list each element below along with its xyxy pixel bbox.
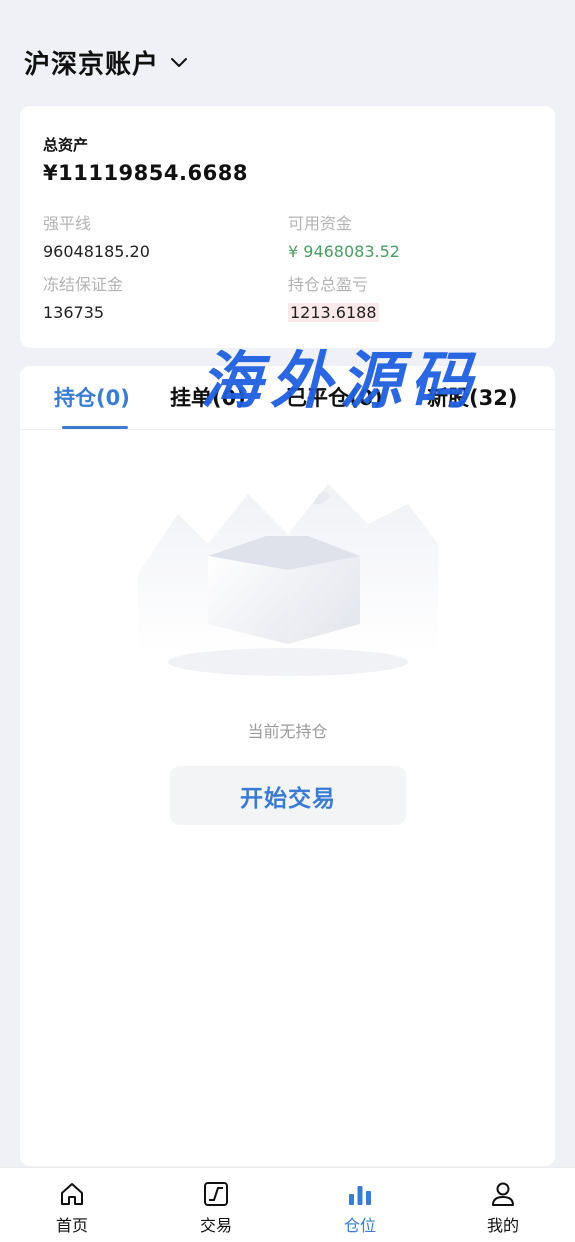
total-assets-value: ¥11119854.6688 <box>43 161 248 185</box>
frozen-margin: 冻结保证金 136735 <box>43 271 123 322</box>
available-funds-label: 可用资金 <box>288 214 353 233</box>
active-tab-indicator <box>62 426 128 429</box>
start-trading-button[interactable]: 开始交易 <box>170 766 406 825</box>
nav-positions[interactable]: 仓位 <box>320 1180 400 1236</box>
total-position-pnl: 持仓总盈亏 1213.6188 <box>288 271 379 322</box>
bottom-nav: 首页 交易 仓位 我的 <box>0 1167 575 1242</box>
bar-chart-icon <box>349 1186 371 1205</box>
frozen-margin-label: 冻结保证金 <box>43 275 124 294</box>
nav-home[interactable]: 首页 <box>32 1180 112 1236</box>
empty-state-text: 当前无持仓 <box>247 722 328 741</box>
chevron-down-icon <box>169 53 189 73</box>
liquidation-line-label: 强平线 <box>43 214 92 233</box>
total-position-pnl-label: 持仓总盈亏 <box>288 275 369 294</box>
user-icon <box>492 1182 514 1206</box>
nav-home-label: 首页 <box>55 1216 88 1235</box>
nav-mine-label: 我的 <box>486 1216 519 1235</box>
total-assets-label: 总资产 <box>43 136 89 154</box>
home-icon <box>61 1183 83 1205</box>
nav-trade[interactable]: 交易 <box>176 1180 256 1236</box>
tab-positions[interactable]: 持仓(0) <box>54 382 130 412</box>
asset-summary-card: 总资产 ¥11119854.6688 强平线 96048185.20 可用资金 … <box>20 106 555 348</box>
available-funds-value: ¥ 9468083.52 <box>288 242 400 261</box>
total-position-pnl-value: 1213.6188 <box>288 303 379 322</box>
tab-pending-orders[interactable]: 挂单(0) <box>170 382 246 412</box>
nav-mine[interactable]: 我的 <box>463 1180 543 1236</box>
liquidation-line-value: 96048185.20 <box>43 242 150 261</box>
tab-ipo[interactable]: 新股(32) <box>427 382 517 412</box>
page-title: 沪深京账户 <box>24 50 160 80</box>
nav-positions-label: 仓位 <box>343 1216 376 1235</box>
account-selector[interactable]: 沪深京账户 <box>24 44 189 81</box>
empty-box-illustration <box>138 484 438 684</box>
nav-trade-label: 交易 <box>199 1216 232 1235</box>
liquidation-line: 强平线 96048185.20 <box>43 210 150 261</box>
chart-trend-icon <box>204 1182 228 1206</box>
available-funds: 可用资金 ¥ 9468083.52 <box>288 210 400 261</box>
tab-closed-positions[interactable]: 已平仓(0) <box>286 382 383 412</box>
frozen-margin-value: 136735 <box>43 303 105 322</box>
position-tabs: 持仓(0) 挂单(0) 已平仓(0) 新股(32) <box>20 366 555 430</box>
positions-panel: 持仓(0) 挂单(0) 已平仓(0) 新股(32) 当前无持仓 开始交易 <box>20 366 555 1166</box>
